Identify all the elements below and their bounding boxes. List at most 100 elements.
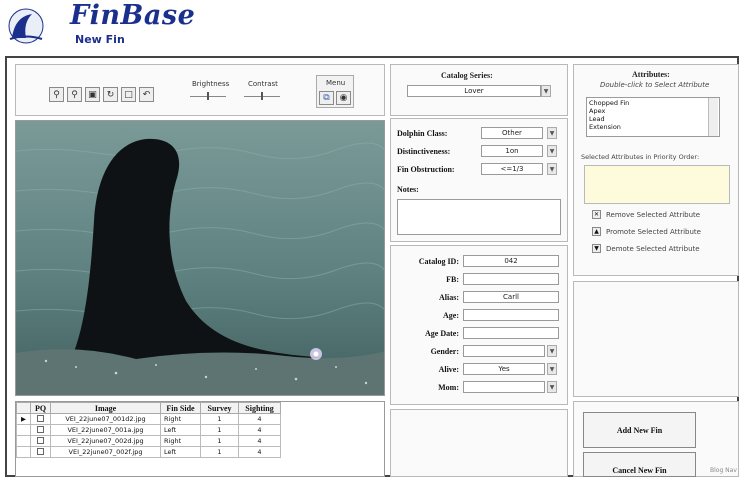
- mom-label: Mom:: [438, 383, 459, 392]
- attributes-hint: Double-click to Select Attribute: [600, 81, 710, 89]
- selected-attributes-label: Selected Attributes in Priority Order:: [581, 153, 700, 161]
- menu-group: Menu ⧉ ◉: [316, 75, 354, 108]
- finbase-logo-icon: [8, 8, 44, 44]
- sighting-cell[interactable]: 4: [238, 435, 281, 447]
- app-subtitle: New Fin: [75, 33, 125, 46]
- fin-photo: [16, 121, 384, 395]
- gender-select[interactable]: [463, 345, 545, 357]
- attribute-item[interactable]: Apex: [589, 107, 717, 115]
- binoculars-icon[interactable]: ◉: [336, 91, 351, 105]
- attribute-item[interactable]: Chopped Fin: [589, 99, 717, 107]
- pq-checkbox[interactable]: [37, 414, 44, 422]
- chevron-down-icon[interactable]: ▼: [547, 363, 557, 375]
- survey-cell[interactable]: 1: [200, 424, 239, 436]
- promote-attribute-button[interactable]: Promote Selected Attribute: [606, 228, 701, 236]
- contrast-slider-thumb[interactable]: [261, 92, 263, 100]
- column-header[interactable]: Image: [50, 402, 161, 414]
- catalog-series-select[interactable]: Lover: [407, 85, 541, 97]
- image-toolbar: ⚲ ⚲ ▣ ↻ □ ↶ Brightness Contrast Menu ⧉ ◉: [15, 64, 385, 116]
- distinctiveness-select[interactable]: 1on: [481, 145, 543, 157]
- blank-panel: [573, 281, 739, 397]
- chevron-down-icon[interactable]: ▼: [541, 85, 551, 97]
- zoom-out-icon[interactable]: ⚲: [67, 87, 82, 102]
- attribute-item[interactable]: Lead: [589, 115, 717, 123]
- images-grid: PQ Image Fin Side Survey Sighting ▶ VEI_…: [15, 401, 385, 477]
- cancel-new-fin-button[interactable]: Cancel New Fin: [583, 452, 696, 477]
- catalog-details-panel: Catalog ID: 042 FB: Alias: Carll Age: Ag…: [390, 245, 568, 405]
- sighting-cell[interactable]: 4: [238, 424, 281, 436]
- fin-side-cell[interactable]: Left: [160, 424, 201, 436]
- demote-attribute-button[interactable]: Demote Selected Attribute: [606, 245, 700, 253]
- fb-field[interactable]: [463, 273, 559, 285]
- selected-attributes-list[interactable]: [584, 165, 730, 204]
- rotate-icon[interactable]: ↻: [103, 87, 118, 102]
- column-header[interactable]: Sighting: [238, 402, 281, 414]
- column-header[interactable]: Fin Side: [160, 402, 201, 414]
- age-label: Age:: [443, 311, 459, 320]
- crop-icon[interactable]: □: [121, 87, 136, 102]
- catalog-series-title: Catalog Series:: [441, 71, 493, 80]
- fb-label: FB:: [446, 275, 459, 284]
- fin-obstruction-label: Fin Obstruction:: [397, 165, 455, 174]
- undo-icon[interactable]: ↶: [139, 87, 154, 102]
- alias-field[interactable]: Carll: [463, 291, 559, 303]
- pq-checkbox[interactable]: [37, 447, 44, 455]
- alias-label: Alias:: [439, 293, 459, 302]
- mom-select[interactable]: [463, 381, 545, 393]
- column-header[interactable]: PQ: [30, 402, 51, 414]
- remove-icon[interactable]: ✕: [592, 210, 601, 219]
- survey-cell[interactable]: 1: [200, 446, 239, 458]
- table-row[interactable]: ▶ VEI_22june07_001d2.jpg Right 1 4: [16, 413, 384, 425]
- image-cell[interactable]: VEI_22june07_001d2.jpg: [50, 413, 161, 425]
- demote-icon[interactable]: ▼: [592, 244, 601, 253]
- age-field[interactable]: [463, 309, 559, 321]
- image-cell[interactable]: VEI_22june07_002d.jpg: [50, 435, 161, 447]
- fin-obstruction-select[interactable]: <=1/3: [481, 163, 543, 175]
- promote-icon[interactable]: ▲: [592, 227, 601, 236]
- column-header[interactable]: Survey: [200, 402, 239, 414]
- sighting-cell[interactable]: 4: [238, 413, 281, 425]
- fin-side-cell[interactable]: Right: [160, 435, 201, 447]
- sighting-cell[interactable]: 4: [238, 446, 281, 458]
- chevron-down-icon[interactable]: ▼: [547, 163, 557, 175]
- grid-filler: [280, 402, 384, 414]
- image-cell[interactable]: VEI_22june07_001a.jpg: [50, 424, 161, 436]
- chevron-down-icon[interactable]: ▼: [547, 381, 557, 393]
- copy-icon[interactable]: ⧉: [319, 91, 334, 105]
- zoom-in-icon[interactable]: ⚲: [49, 87, 64, 102]
- fin-side-cell[interactable]: Right: [160, 413, 201, 425]
- brightness-slider-thumb[interactable]: [207, 92, 209, 100]
- fin-side-cell[interactable]: Left: [160, 446, 201, 458]
- brightness-label: Brightness: [192, 80, 230, 88]
- table-row[interactable]: VEI_22june07_002f.jpg Left 1 4: [16, 446, 384, 458]
- contrast-label: Contrast: [248, 80, 278, 88]
- age-date-label: Age Date:: [425, 329, 459, 338]
- remove-attribute-button[interactable]: Remove Selected Attribute: [606, 211, 700, 219]
- catalog-series-panel: Catalog Series: Lover ▼: [390, 64, 568, 116]
- attribute-list-scrollbar[interactable]: [708, 98, 718, 136]
- table-row[interactable]: VEI_22june07_001a.jpg Left 1 4: [16, 424, 384, 436]
- chevron-down-icon[interactable]: ▼: [547, 145, 557, 157]
- notes-textarea[interactable]: [397, 199, 561, 235]
- chevron-down-icon[interactable]: ▼: [547, 127, 557, 139]
- age-date-field[interactable]: [463, 327, 559, 339]
- chevron-down-icon[interactable]: ▼: [547, 345, 557, 357]
- attribute-item[interactable]: Extension: [589, 123, 717, 131]
- alive-select[interactable]: Yes: [463, 363, 545, 375]
- app-title: FinBase: [70, 0, 196, 31]
- dolphin-class-select[interactable]: Other: [481, 127, 543, 139]
- attribute-list[interactable]: Chopped Fin Apex Lead Extension: [586, 97, 720, 137]
- fit-icon[interactable]: ▣: [85, 87, 100, 102]
- dolphin-class-label: Dolphin Class:: [397, 129, 448, 138]
- fin-image[interactable]: [15, 120, 385, 396]
- pq-checkbox[interactable]: [37, 436, 44, 444]
- row-selector-header: [16, 402, 31, 414]
- attributes-title: Attributes:: [632, 70, 670, 79]
- add-new-fin-button[interactable]: Add New Fin: [583, 412, 696, 448]
- image-cell[interactable]: VEI_22june07_002f.jpg: [50, 446, 161, 458]
- survey-cell[interactable]: 1: [200, 413, 239, 425]
- survey-cell[interactable]: 1: [200, 435, 239, 447]
- table-row[interactable]: VEI_22june07_002d.jpg Right 1 4: [16, 435, 384, 447]
- catalog-id-field[interactable]: 042: [463, 255, 559, 267]
- pq-checkbox[interactable]: [37, 425, 44, 433]
